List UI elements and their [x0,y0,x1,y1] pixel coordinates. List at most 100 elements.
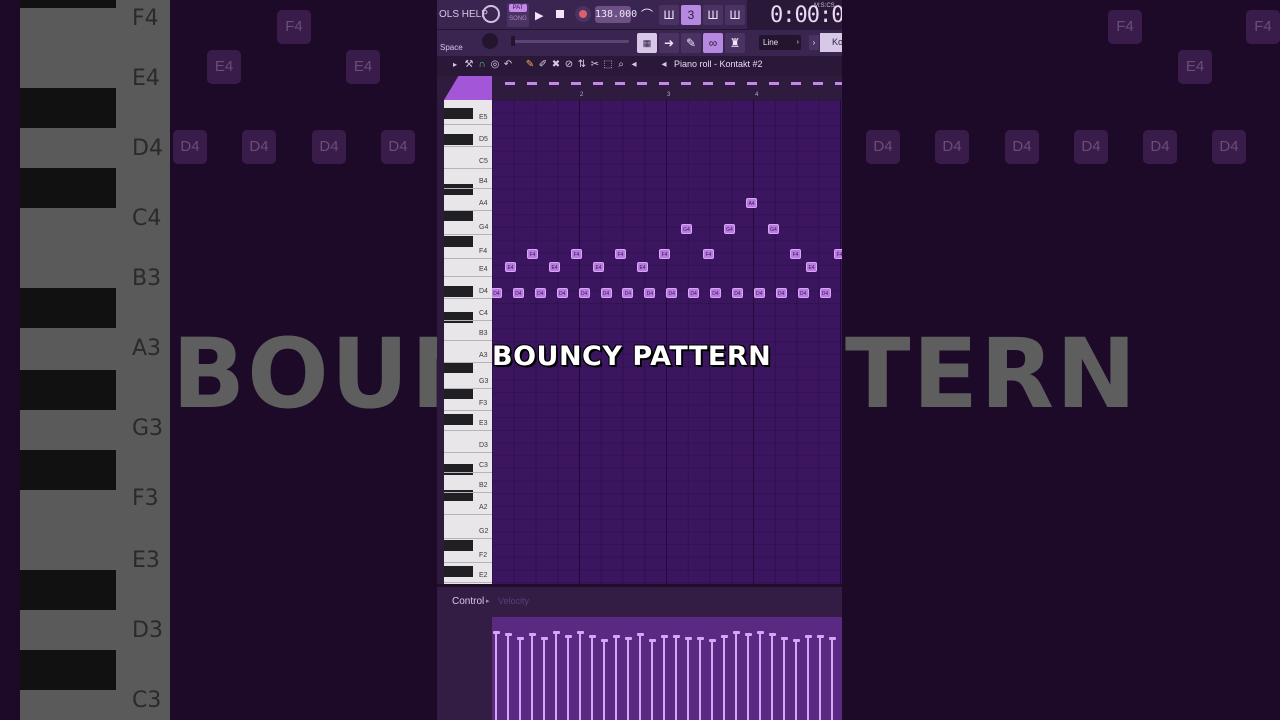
velocity-bar[interactable] [567,635,569,720]
velocity-bar[interactable] [807,635,809,720]
black-key[interactable] [444,312,473,323]
step-edit-icon[interactable]: Ш [703,5,723,25]
record-button[interactable] [575,6,591,22]
note[interactable]: D4 [492,288,502,298]
main-volume-knob[interactable] [482,33,498,49]
note[interactable]: D4 [819,288,831,298]
velocity-bar[interactable] [627,637,629,720]
note[interactable]: D4 [534,288,546,298]
velocity-handle[interactable] [697,637,704,640]
countdown-icon[interactable]: 3 [681,5,701,25]
velocity-handle[interactable] [805,635,812,638]
velocity-handle[interactable] [625,637,632,640]
velocity-handle[interactable] [733,631,740,634]
keyboard-icon[interactable]: ▦ [637,33,657,53]
undo-icon[interactable]: ↶ [503,60,513,70]
velocity-handle[interactable] [505,633,512,636]
velocity-handle[interactable] [541,637,548,640]
velocity-bar[interactable] [579,631,581,720]
black-key[interactable] [444,464,473,475]
note[interactable]: E4 [549,262,560,272]
velocity-bar[interactable] [663,635,665,720]
piano-keyboard[interactable]: E5 D5 C5 B4 A4 G4 F4 E4 D4 C4 B3 A3 G3 F3 E3 D3 C3 B2 A2 G2… [444,100,492,584]
note[interactable]: F4 [834,249,842,259]
note[interactable]: G4 [681,224,692,234]
pitch-slider[interactable] [511,36,629,46]
delete-icon[interactable]: ✖ [551,60,561,70]
velocity-handle[interactable] [589,635,596,638]
control-label[interactable]: Control [452,596,484,607]
speaker-icon[interactable]: ◂ [629,60,639,70]
note[interactable]: D4 [512,288,524,298]
velocity-bar[interactable] [639,633,641,720]
slip-icon[interactable]: ⇅ [577,60,587,70]
black-key[interactable] [444,286,473,297]
velocity-handle[interactable] [577,631,584,634]
velocity-bar[interactable] [591,635,593,720]
velocity-handle[interactable] [757,631,764,634]
velocity-bar[interactable] [711,639,713,720]
plugin-selector[interactable]: Ko [820,33,842,52]
velocity-handle[interactable] [745,633,752,636]
stop-icon[interactable] [556,10,564,18]
note[interactable]: D4 [578,288,590,298]
note[interactable]: D4 [556,288,568,298]
velocity-handle[interactable] [709,639,716,642]
black-key[interactable] [444,566,473,577]
note[interactable]: A4 [746,198,757,208]
magnet-icon[interactable]: ∩ [477,60,487,70]
slice-icon[interactable]: ✂ [590,60,600,70]
note[interactable]: E4 [505,262,516,272]
velocity-handle[interactable] [781,637,788,640]
velocity-label[interactable]: Velocity [498,596,529,606]
black-key[interactable] [444,210,473,221]
velocity-bar[interactable] [759,631,761,720]
velocity-bar[interactable] [555,631,557,720]
metronome-icon[interactable]: ⌒ [637,5,657,25]
note[interactable]: D4 [600,288,612,298]
note[interactable]: E4 [637,262,648,272]
playback-icon[interactable]: ◎ [490,60,500,70]
black-key[interactable] [444,108,473,119]
velocity-handle[interactable] [769,633,776,636]
time-display[interactable]: 0:00:00 M:S:CS [747,0,842,30]
velocity-bar[interactable] [831,637,833,720]
note[interactable]: F4 [659,249,670,259]
velocity-handle[interactable] [721,635,728,638]
velocity-bar[interactable] [723,635,725,720]
black-key[interactable] [444,184,473,195]
velocity-handle[interactable] [601,639,608,642]
velocity-handle[interactable] [793,639,800,642]
note[interactable]: D4 [753,288,765,298]
note[interactable]: D4 [644,288,656,298]
note[interactable]: G4 [768,224,779,234]
velocity-handle[interactable] [517,637,524,640]
note[interactable]: F4 [790,249,801,259]
velocity-bar[interactable] [771,633,773,720]
speaker-volume-icon[interactable]: ◂ [659,60,669,70]
velocity-bar[interactable] [747,633,749,720]
note[interactable]: D4 [666,288,678,298]
velocity-handle[interactable] [553,631,560,634]
note[interactable]: D4 [710,288,721,298]
black-key[interactable] [444,134,473,145]
snap-dropdown[interactable]: Line › [759,35,801,50]
pat-song-toggle[interactable]: PAT SONG [507,3,529,27]
velocity-bar[interactable] [531,633,533,720]
velocity-handle[interactable] [649,639,656,642]
pitch-slider-handle[interactable] [511,36,515,46]
note[interactable]: G4 [724,224,735,234]
velocity-bar[interactable] [819,635,821,720]
velocity-handle[interactable] [673,635,680,638]
velocity-handle[interactable] [613,635,620,638]
velocity-bar[interactable] [687,637,689,720]
note[interactable]: D4 [688,288,700,298]
velocity-handle[interactable] [829,637,836,640]
velocity-handle[interactable] [817,635,824,638]
stamp-icon[interactable]: ♜ [725,33,745,53]
chevron-right-icon[interactable]: › [809,35,819,50]
velocity-handle[interactable] [661,635,668,638]
velocity-bar[interactable] [495,631,497,720]
triangle-right-icon[interactable]: ▸ [450,60,460,70]
velocity-lane[interactable] [492,617,842,720]
